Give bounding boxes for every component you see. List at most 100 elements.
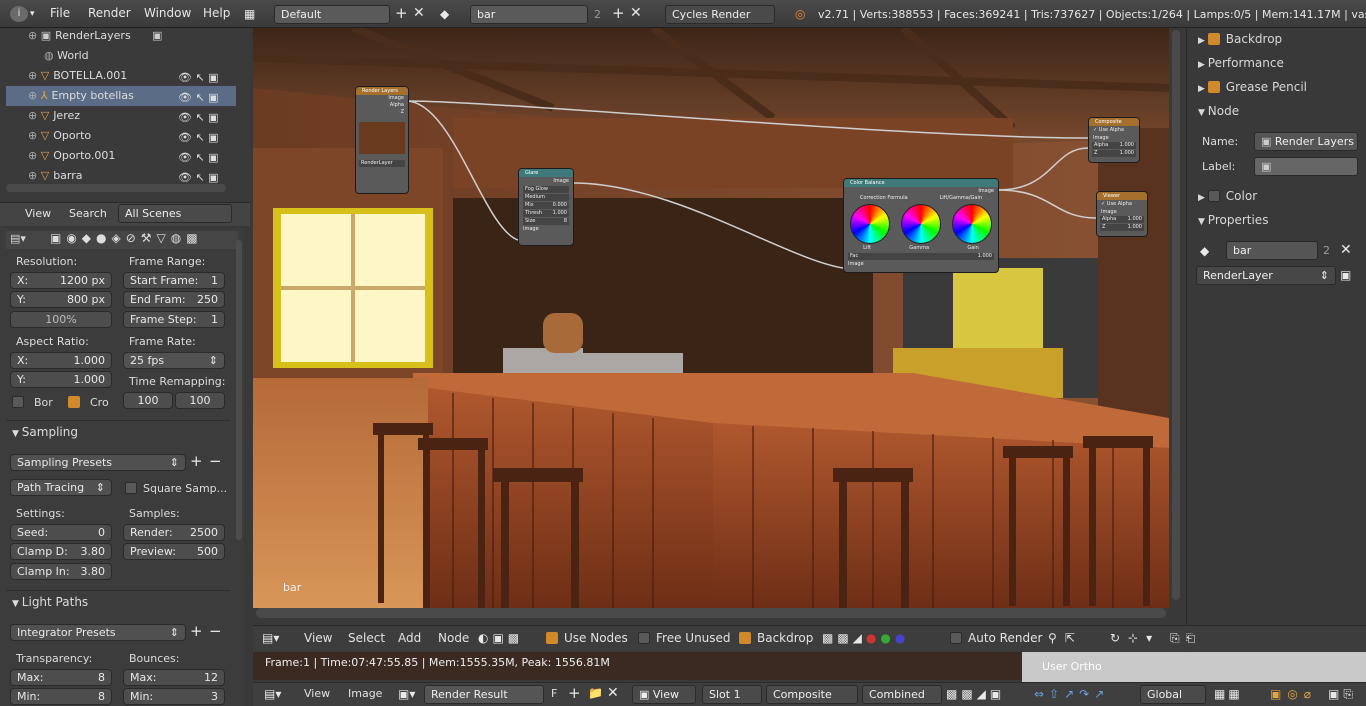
use-nodes-checkbox[interactable]: Use Nodes (546, 631, 628, 645)
render-layer-select[interactable]: RenderLayer ⇕ (1196, 266, 1336, 285)
close-scene-icon[interactable]: ✕ (630, 5, 642, 21)
resolution-y-field[interactable]: Y: 800 px (10, 291, 112, 308)
transform-manipulator-icons[interactable]: ⇔⇧↗↷↗ (1034, 686, 1109, 702)
grease-pencil-panel[interactable]: ▶ Grease Pencil (1198, 80, 1307, 94)
performance-panel[interactable]: ▶ Performance (1198, 56, 1284, 70)
editor-type-icon[interactable]: ▤▾ (264, 686, 281, 702)
render-engine-select[interactable]: Cycles Render (665, 5, 775, 24)
add-layout-icon[interactable]: + (395, 5, 408, 21)
image-view-menu[interactable]: View (304, 687, 330, 700)
crop-checkbox[interactable]: Cro (68, 396, 109, 409)
transparency-min-field[interactable]: Min: 8 (10, 688, 112, 705)
free-unused-checkbox[interactable]: Free Unused (638, 631, 731, 645)
scene-icon[interactable]: ◆ (1200, 243, 1209, 259)
node-editor-tool-icons[interactable]: ⚲⇱ (1048, 630, 1083, 646)
sampling-presets-select[interactable]: Sampling Presets ⇕ (10, 454, 186, 471)
menu-file[interactable]: File (50, 6, 70, 20)
menu-window[interactable]: Window (144, 6, 191, 20)
bounces-max-field[interactable]: Max: 12 (123, 669, 225, 686)
resolution-percentage-field[interactable]: 100% (10, 311, 112, 328)
outliner-item-renderlayers[interactable]: ⊕ ▣ RenderLayers ▣ (6, 26, 236, 46)
color-balance-node[interactable]: Color Balance Image Correction Formula Li… (843, 178, 999, 273)
node-name-field[interactable]: ▣ Render Layers (1254, 132, 1358, 151)
remap-old-field[interactable]: 100 (123, 392, 173, 409)
render-result-field[interactable]: Render Result (424, 685, 544, 704)
border-checkbox[interactable]: Bor (12, 396, 53, 409)
light-paths-section[interactable]: ▼ Light Paths (12, 595, 88, 609)
remove-preset-icon[interactable]: − (209, 453, 222, 469)
node-panel[interactable]: ▼ Node (1198, 104, 1239, 118)
close-icon[interactable]: ✕ (1340, 242, 1352, 258)
integrator-presets-select[interactable]: Integrator Presets ⇕ (10, 624, 186, 641)
close-layout-icon[interactable]: ✕ (413, 5, 425, 21)
aspect-y-field[interactable]: Y: 1.000 (10, 371, 112, 388)
remove-integrator-preset-icon[interactable]: − (209, 623, 222, 639)
image-browse-icon[interactable]: ▣▾ (398, 686, 415, 702)
outliner-display-select[interactable]: All Scenes (118, 204, 232, 223)
color-panel[interactable]: ▶ Color (1198, 189, 1257, 203)
integrator-select[interactable]: Path Tracing ⇕ (10, 479, 112, 496)
scene-icon[interactable]: ◆ (440, 6, 449, 22)
fps-select[interactable]: 25 fps ⇕ (123, 352, 225, 369)
viewport-vertical-scrollbar[interactable] (1172, 30, 1180, 600)
clamp-direct-field[interactable]: Clamp D: 3.80 (10, 543, 112, 560)
image-image-menu[interactable]: Image (348, 687, 382, 700)
add-preset-icon[interactable]: + (190, 453, 203, 469)
layout-select[interactable]: Default (274, 5, 390, 24)
properties-tabs[interactable]: ▤▾ ▣◉◆●◈⊘⚒▽◍▩ (6, 231, 238, 249)
composite-layer-select[interactable]: Composite (766, 685, 858, 704)
snap-tool-icons[interactable]: ▣◎⌀ (1270, 686, 1317, 702)
outliner-visibility-column[interactable]: 👁 ↖ ▣ 👁 ↖ ▣ 👁 ↖ ▣ 👁 ↖ ▣ 👁 ↖ ▣ 👁 ↖ ▣ (178, 68, 238, 188)
resolution-x-field[interactable]: X: 1200 px (10, 272, 112, 289)
start-frame-field[interactable]: Start Frame: 1 (123, 272, 225, 289)
frame-step-field[interactable]: Frame Step: 1 (123, 311, 225, 328)
copy-paste-icons[interactable]: ⎘⎗ (1170, 630, 1201, 646)
slot-select[interactable]: Slot 1 (702, 685, 762, 704)
menu-render[interactable]: Render (88, 6, 131, 20)
preview-samples-field[interactable]: Preview: 500 (123, 543, 225, 560)
info-icon[interactable]: i (10, 6, 28, 22)
lift-color-wheel[interactable] (849, 204, 890, 244)
backdrop-checkbox[interactable]: Backdrop (739, 631, 813, 645)
menu-help[interactable]: Help (203, 6, 230, 20)
properties-scene-field[interactable]: bar (1226, 241, 1318, 260)
chevron-down-icon[interactable]: ▾ (30, 6, 35, 22)
sampling-section[interactable]: ▼ Sampling (12, 425, 78, 439)
render-pass-select[interactable]: Combined (862, 685, 942, 704)
outliner-search-menu[interactable]: Search (69, 207, 107, 220)
fake-user-button[interactable]: F (551, 687, 557, 700)
transform-orientation-select[interactable]: Global (1140, 685, 1206, 704)
bounces-min-field[interactable]: Min: 3 (123, 688, 225, 705)
add-scene-icon[interactable]: + (612, 5, 625, 21)
unlink-image-icon[interactable]: ✕ (607, 685, 619, 701)
viewport-horizontal-scrollbar[interactable] (256, 608, 1166, 618)
properties-scrollbar[interactable] (236, 240, 242, 540)
render-layers-node[interactable]: Render Layers Image Alpha Z RenderLayer (355, 86, 409, 194)
node-label-field[interactable]: ▣ (1254, 157, 1358, 176)
node-select-menu[interactable]: Select (348, 631, 385, 645)
square-samples-checkbox[interactable]: Square Samp... (125, 482, 227, 495)
outliner-view-menu[interactable]: View (25, 207, 51, 220)
viewer-node[interactable]: Viewer ✓ Use Alpha Image Alpha 1.000 Z 1.0… (1096, 191, 1148, 237)
scene-select[interactable]: bar (470, 5, 588, 24)
snap-icons[interactable]: ↻⊹▾ (1110, 630, 1160, 646)
gain-color-wheel[interactable] (952, 204, 993, 244)
clamp-indirect-field[interactable]: Clamp In: 3.80 (10, 563, 112, 580)
display-channel-icons[interactable]: ▩▩◢▣ (946, 686, 1005, 702)
backdrop-panel[interactable]: ▶ Backdrop (1198, 32, 1282, 46)
properties-subpanel[interactable]: ▼ Properties (1198, 213, 1268, 227)
seed-field[interactable]: Seed: 0 (10, 524, 112, 541)
open-image-icon[interactable]: 📁 (588, 685, 603, 701)
editor-type-icon[interactable]: ▤▾ (262, 630, 279, 646)
node-node-menu[interactable]: Node (438, 631, 469, 645)
node-add-menu[interactable]: Add (398, 631, 421, 645)
aspect-x-field[interactable]: X: 1.000 (10, 352, 112, 369)
node-view-menu[interactable]: View (304, 631, 332, 645)
backdrop-channel-icons[interactable]: ▩▩◢●●● (822, 630, 909, 646)
gamma-color-wheel[interactable] (900, 204, 941, 244)
render-layer-icon[interactable]: ▣ (1340, 267, 1351, 283)
render-samples-field[interactable]: Render: 2500 (123, 524, 225, 541)
screen-layout-icon[interactable]: ▦ (244, 6, 255, 22)
outliner-item-world[interactable]: ◍ World (6, 46, 236, 66)
node-editor-backdrop[interactable]: bar Render Layers Image Alpha Z RenderLaye… (253, 28, 1169, 608)
